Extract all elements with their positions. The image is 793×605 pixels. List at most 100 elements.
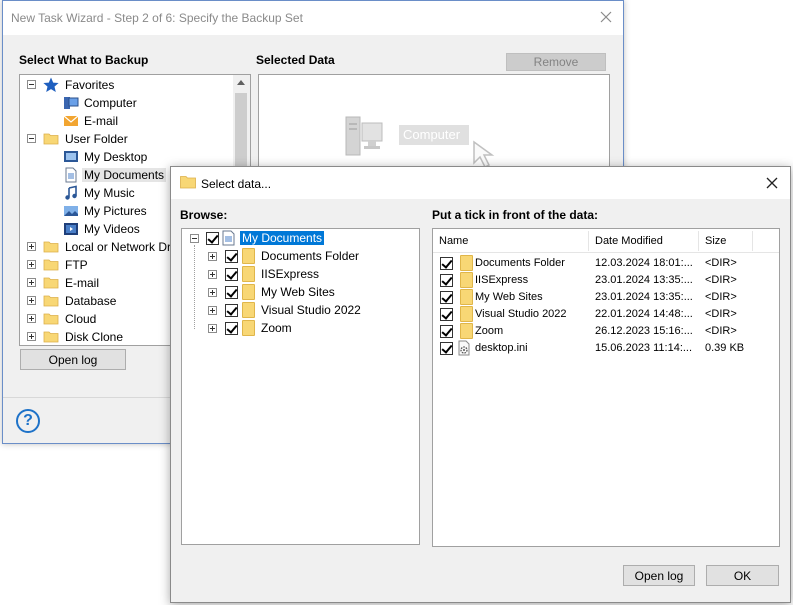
- expand-icon[interactable]: [208, 324, 217, 333]
- folder-icon: [242, 248, 255, 264]
- checkbox[interactable]: [440, 342, 453, 355]
- file-name: Visual Studio 2022: [475, 308, 567, 320]
- collapse-icon[interactable]: [27, 80, 36, 89]
- folder-icon: [43, 295, 59, 307]
- file-row[interactable]: IISExpress 23.01.2024 13:35:... <DIR>: [433, 272, 779, 289]
- file-row[interactable]: Zoom 26.12.2023 15:16:... <DIR>: [433, 323, 779, 340]
- file-row[interactable]: My Web Sites 23.01.2024 13:35:... <DIR>: [433, 289, 779, 306]
- checkbox[interactable]: [440, 257, 453, 270]
- file-size: <DIR>: [705, 325, 737, 337]
- remove-button[interactable]: Remove: [506, 53, 606, 71]
- expand-icon[interactable]: [208, 252, 217, 261]
- folder-icon: [43, 277, 59, 289]
- browse-tree-item-label: Documents Folder: [261, 249, 360, 263]
- file-date: 23.01.2024 13:35:...: [595, 291, 693, 303]
- open-log-button[interactable]: Open log: [623, 565, 695, 586]
- checkbox[interactable]: [440, 325, 453, 338]
- tree-item-email[interactable]: E-mail: [20, 112, 234, 130]
- file-row[interactable]: Documents Folder 12.03.2024 18:01:... <D…: [433, 255, 779, 272]
- file-row[interactable]: desktop.ini 15.06.2023 11:14:... 0.39 KB: [433, 340, 779, 357]
- help-icon[interactable]: ?: [16, 409, 40, 433]
- file-list[interactable]: Name Date Modified Size Documents Folder…: [432, 228, 780, 547]
- checkbox[interactable]: [440, 291, 453, 304]
- browse-tree-item[interactable]: Zoom: [182, 319, 419, 337]
- ok-button[interactable]: OK: [706, 565, 779, 586]
- checkbox[interactable]: [440, 274, 453, 287]
- tree-item-user-folder[interactable]: User Folder: [20, 130, 234, 148]
- expand-icon[interactable]: [27, 332, 36, 341]
- folder-icon: [460, 323, 473, 339]
- browse-tree-item[interactable]: IISExpress: [182, 265, 419, 283]
- tree-item-label: My Videos: [84, 222, 140, 236]
- tree-item-label: My Music: [84, 186, 135, 200]
- documents-icon: [65, 167, 77, 183]
- star-icon: [43, 77, 59, 92]
- folder-icon: [242, 284, 255, 300]
- browse-tree-item[interactable]: My Web Sites: [182, 283, 419, 301]
- collapse-icon[interactable]: [27, 134, 36, 143]
- column-header-name[interactable]: Name: [439, 235, 468, 247]
- tree-item-favorites[interactable]: Favorites: [20, 76, 234, 94]
- folder-icon: [43, 241, 59, 253]
- desktop-icon: [64, 151, 78, 162]
- expand-icon[interactable]: [208, 270, 217, 279]
- column-header-size[interactable]: Size: [705, 235, 726, 247]
- file-name: My Web Sites: [475, 291, 543, 303]
- collapse-icon[interactable]: [190, 234, 199, 243]
- browse-tree[interactable]: My Documents Documents Folder IISExpress…: [181, 228, 420, 545]
- tree-item-label: Local or Network Dri: [65, 240, 174, 254]
- checkbox[interactable]: [225, 304, 238, 317]
- tree-item-label: Favorites: [65, 78, 115, 92]
- folder-icon: [242, 302, 255, 318]
- tree-item-label: User Folder: [65, 132, 128, 146]
- scroll-up-icon[interactable]: [237, 80, 245, 85]
- column-divider[interactable]: [698, 231, 699, 251]
- column-divider[interactable]: [588, 231, 589, 251]
- tree-item-computer[interactable]: Computer: [20, 94, 234, 112]
- browse-tree-root[interactable]: My Documents: [182, 229, 419, 247]
- column-divider[interactable]: [752, 231, 753, 251]
- folder-icon: [43, 331, 59, 343]
- tree-item-my-desktop[interactable]: My Desktop: [20, 148, 234, 166]
- videos-icon: [64, 223, 78, 235]
- browse-tree-item-label: IISExpress: [261, 267, 320, 281]
- dialog-titlebar: Select data...: [171, 167, 790, 199]
- checkbox[interactable]: [440, 308, 453, 321]
- browse-tree-item-label: Zoom: [261, 321, 292, 335]
- tree-item-label: Computer: [84, 96, 137, 110]
- column-header-date-modified[interactable]: Date Modified: [595, 235, 663, 247]
- open-log-button[interactable]: Open log: [20, 349, 126, 370]
- browse-tree-item[interactable]: Documents Folder: [182, 247, 419, 265]
- expand-icon[interactable]: [27, 242, 36, 251]
- folder-icon: [460, 272, 473, 288]
- file-row[interactable]: Visual Studio 2022 22.01.2024 14:48:... …: [433, 306, 779, 323]
- checkbox[interactable]: [225, 250, 238, 263]
- computer-icon: [64, 97, 79, 109]
- file-name: IISExpress: [475, 274, 529, 286]
- computer-placeholder-label: Computer: [399, 125, 469, 145]
- close-icon[interactable]: [764, 175, 780, 191]
- tree-item-label: E-mail: [84, 114, 119, 128]
- expand-icon[interactable]: [27, 296, 36, 305]
- close-icon[interactable]: [597, 8, 615, 26]
- expand-icon[interactable]: [27, 278, 36, 287]
- expand-icon[interactable]: [208, 288, 217, 297]
- expand-icon[interactable]: [27, 260, 36, 269]
- wizard-title: New Task Wizard - Step 2 of 6: Specify t…: [11, 11, 303, 25]
- file-list-header: Name Date Modified Size: [433, 229, 779, 253]
- checkbox[interactable]: [225, 322, 238, 335]
- expand-icon[interactable]: [208, 306, 217, 315]
- checkbox[interactable]: [225, 286, 238, 299]
- tree-item-label: FTP: [65, 258, 88, 272]
- folder-icon: [242, 266, 255, 282]
- file-size: <DIR>: [705, 291, 737, 303]
- checkbox[interactable]: [206, 232, 219, 245]
- expand-icon[interactable]: [27, 314, 36, 323]
- folder-icon: [460, 289, 473, 305]
- file-name: desktop.ini: [475, 342, 528, 354]
- browse-tree-item[interactable]: Visual Studio 2022: [182, 301, 419, 319]
- checkbox[interactable]: [225, 268, 238, 281]
- file-date: 12.03.2024 18:01:...: [595, 257, 693, 269]
- file-size: <DIR>: [705, 308, 737, 320]
- file-size: 0.39 KB: [705, 342, 745, 354]
